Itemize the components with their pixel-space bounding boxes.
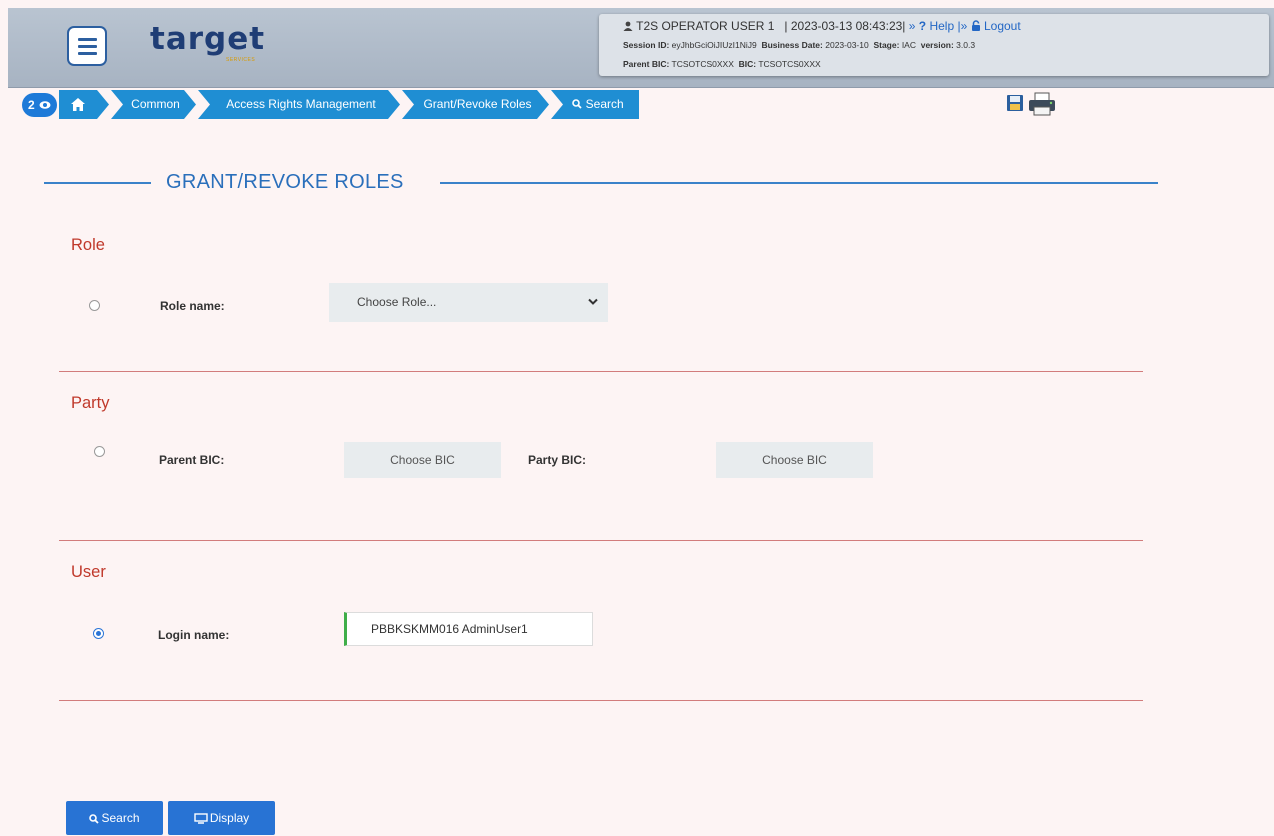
logout-link[interactable]: Logout — [984, 19, 1021, 33]
current-datetime: | 2023-03-13 08:43:23| — [784, 19, 906, 33]
title-rule-right — [440, 182, 1158, 184]
menu-button[interactable] — [67, 26, 107, 66]
title-rule-left — [44, 182, 151, 184]
login-name-input[interactable]: PBBKSKMM016 AdminUser1 — [344, 612, 593, 646]
breadcrumb-grant-revoke-roles[interactable]: Grant/Revoke Roles — [402, 90, 549, 119]
display-button[interactable]: Display — [168, 801, 275, 835]
parent-bic-label: Parent BIC: — [159, 453, 225, 467]
search-icon — [572, 99, 582, 109]
business-date: 2023-03-10 — [825, 40, 869, 50]
breadcrumb-access-rights-management[interactable]: Access Rights Management — [198, 90, 400, 119]
user-name: T2S OPERATOR USER 1 — [636, 19, 775, 33]
role-select[interactable]: Choose Role... — [329, 283, 608, 322]
search-button[interactable]: Search — [66, 801, 163, 835]
parent-bic-choose-button[interactable]: Choose BIC — [344, 442, 501, 478]
app-header: target SERVICES T2S OPERATOR USER 1 | 20… — [8, 8, 1274, 88]
parent-bic-value: TCSOTCS0XXX — [671, 59, 734, 69]
bic-value: TCSOTCS0XXX — [758, 59, 821, 69]
role-name-label: Role name: — [160, 299, 225, 313]
save-icon[interactable] — [1006, 94, 1024, 112]
logo-subtitle: SERVICES — [226, 57, 256, 63]
version-value: 3.0.3 — [956, 40, 976, 50]
party-bic-choose-button[interactable]: Choose BIC — [716, 442, 873, 478]
user-icon — [623, 21, 633, 31]
monitor-icon — [194, 813, 208, 824]
page-title: GRANT/REVOKE ROLES — [166, 171, 404, 193]
breadcrumb-search[interactable]: Search — [551, 90, 639, 119]
section-divider — [59, 700, 1143, 701]
chevron-down-icon — [588, 298, 598, 305]
stage-value: IAC — [901, 40, 916, 50]
eye-icon — [39, 101, 51, 109]
section-divider — [59, 371, 1143, 372]
lock-icon — [971, 20, 980, 31]
login-name-label: Login name: — [158, 628, 230, 642]
help-link[interactable]: Help — [929, 19, 954, 33]
party-bic-label: Party BIC: — [528, 453, 587, 467]
search-icon — [89, 814, 100, 824]
user-radio[interactable] — [93, 628, 104, 639]
party-radio[interactable] — [94, 446, 105, 457]
home-icon — [71, 98, 85, 111]
party-section-title: Party — [71, 394, 110, 412]
help-icon: ? — [918, 19, 927, 33]
role-radio[interactable] — [89, 300, 100, 311]
print-icon[interactable] — [1027, 92, 1059, 116]
open-windows-badge[interactable]: 2 — [22, 93, 57, 117]
session-info-panel: T2S OPERATOR USER 1 | 2023-03-13 08:43:2… — [599, 14, 1269, 76]
user-section-title: User — [71, 563, 106, 581]
target-logo: target — [150, 21, 266, 57]
breadcrumb-common[interactable]: Common — [111, 90, 196, 119]
role-section-title: Role — [71, 236, 105, 254]
breadcrumb-home[interactable] — [59, 90, 109, 119]
section-divider — [59, 540, 1143, 541]
session-id: eyJhbGciOiJIUzI1NiJ9 — [671, 40, 757, 50]
